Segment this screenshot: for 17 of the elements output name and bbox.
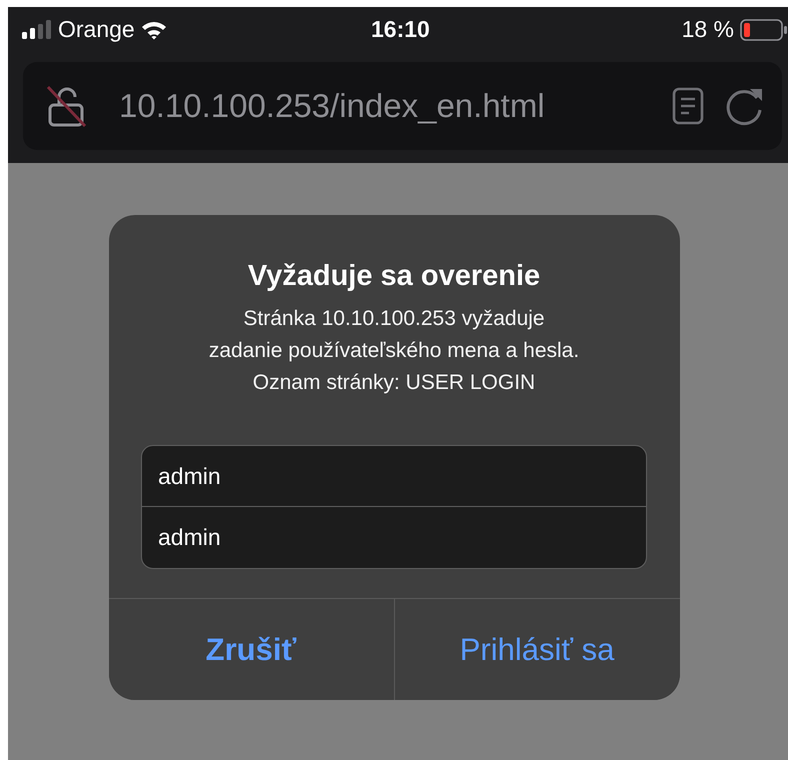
text-field[interactable]: admin bbox=[141, 507, 647, 569]
address-bar[interactable]: 10.10.100.253/index_en.html bbox=[23, 62, 782, 150]
dialog-title: Vyžaduje sa overenie bbox=[248, 260, 540, 293]
dialog-message-line: zadanie používateľského mena a hesla. bbox=[208, 338, 580, 364]
signal-icon bbox=[22, 20, 52, 40]
login-button[interactable]: Prihlásiť sa bbox=[394, 599, 680, 700]
clock-time: 16:10 bbox=[371, 16, 430, 43]
reader-icon[interactable] bbox=[672, 87, 704, 125]
wifi-icon bbox=[140, 20, 167, 40]
dialog-message-line: Oznam stránky: USER LOGIN bbox=[252, 370, 536, 396]
text-field[interactable]: admin bbox=[141, 445, 647, 507]
unlocked-padlock-icon bbox=[45, 84, 87, 128]
dialog-message-line: Stránka 10.10.100.253 vyžaduje bbox=[243, 306, 545, 332]
url-text[interactable]: 10.10.100.253/index_en.html bbox=[119, 87, 652, 125]
battery-percent: 18 % bbox=[682, 16, 734, 43]
carrier-name: Orange bbox=[58, 16, 135, 43]
battery-icon bbox=[740, 18, 788, 40]
